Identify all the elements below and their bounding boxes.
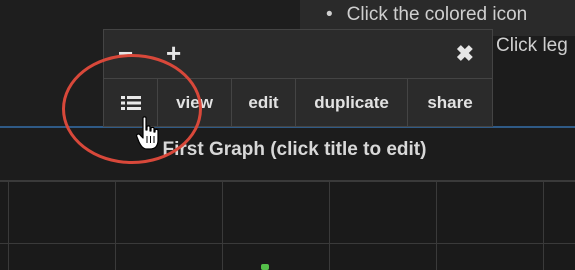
app-stage: • Click the colored icon Click leg First … (0, 0, 575, 270)
plus-icon[interactable]: + (166, 38, 181, 69)
list-icon (120, 95, 141, 111)
graph-grid (0, 180, 575, 270)
graph-toolbar: − + ✖ view edit duplicate share (103, 29, 493, 127)
help-tip-1-text: Click the colored icon (346, 4, 528, 25)
minus-icon[interactable]: − (118, 38, 133, 69)
view-button[interactable]: view (158, 79, 232, 127)
toolbar-button-row: view edit duplicate share (104, 79, 492, 127)
toolbar-top-row: − + ✖ (104, 30, 492, 79)
data-point-marker (261, 264, 269, 270)
list-view-button[interactable] (104, 79, 158, 127)
graph-title[interactable]: First Graph (click title to edit) (0, 139, 575, 161)
share-button[interactable]: share (408, 79, 492, 127)
help-tip-2: Click leg (496, 35, 568, 56)
bullet-icon: • (326, 4, 333, 25)
close-icon[interactable]: ✖ (456, 41, 474, 67)
edit-button[interactable]: edit (232, 79, 296, 127)
duplicate-button[interactable]: duplicate (296, 79, 408, 127)
help-tip-1: • Click the colored icon (326, 4, 527, 26)
